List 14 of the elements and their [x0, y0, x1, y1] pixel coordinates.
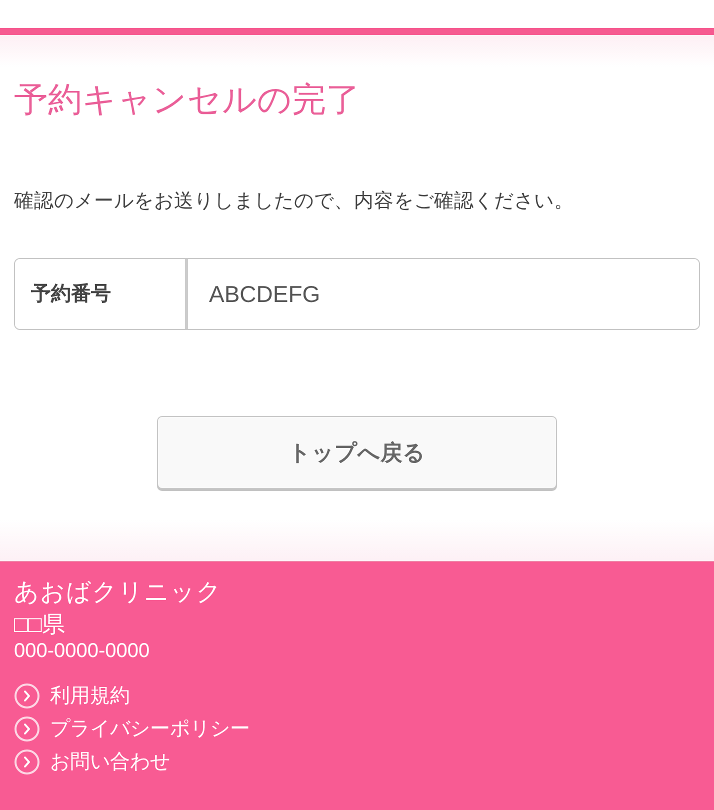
- chevron-circle-icon: [14, 716, 40, 742]
- page-title: 予約キャンセルの完了: [14, 80, 360, 120]
- footer-link[interactable]: プライバシーポリシー: [50, 717, 250, 741]
- chevron-circle-icon: [14, 749, 40, 775]
- phone-number: 000-0000-0000: [14, 639, 150, 664]
- footer-link[interactable]: 利用規約: [50, 684, 130, 708]
- clinic-name: あおばクリニック: [14, 578, 222, 608]
- footer-link[interactable]: お問い合わせ: [50, 750, 170, 774]
- back-to-top-button[interactable]: トップへ戻る: [157, 416, 557, 489]
- reservation-number-value: ABCDEFG: [209, 280, 320, 309]
- prefecture-text: □□県: [14, 610, 65, 638]
- chevron-circle-icon: [14, 683, 40, 709]
- confirmation-message: 確認のメールをお送りしましたので、内容をご確認ください。: [14, 189, 574, 214]
- reservation-number-label: 予約番号: [31, 282, 111, 307]
